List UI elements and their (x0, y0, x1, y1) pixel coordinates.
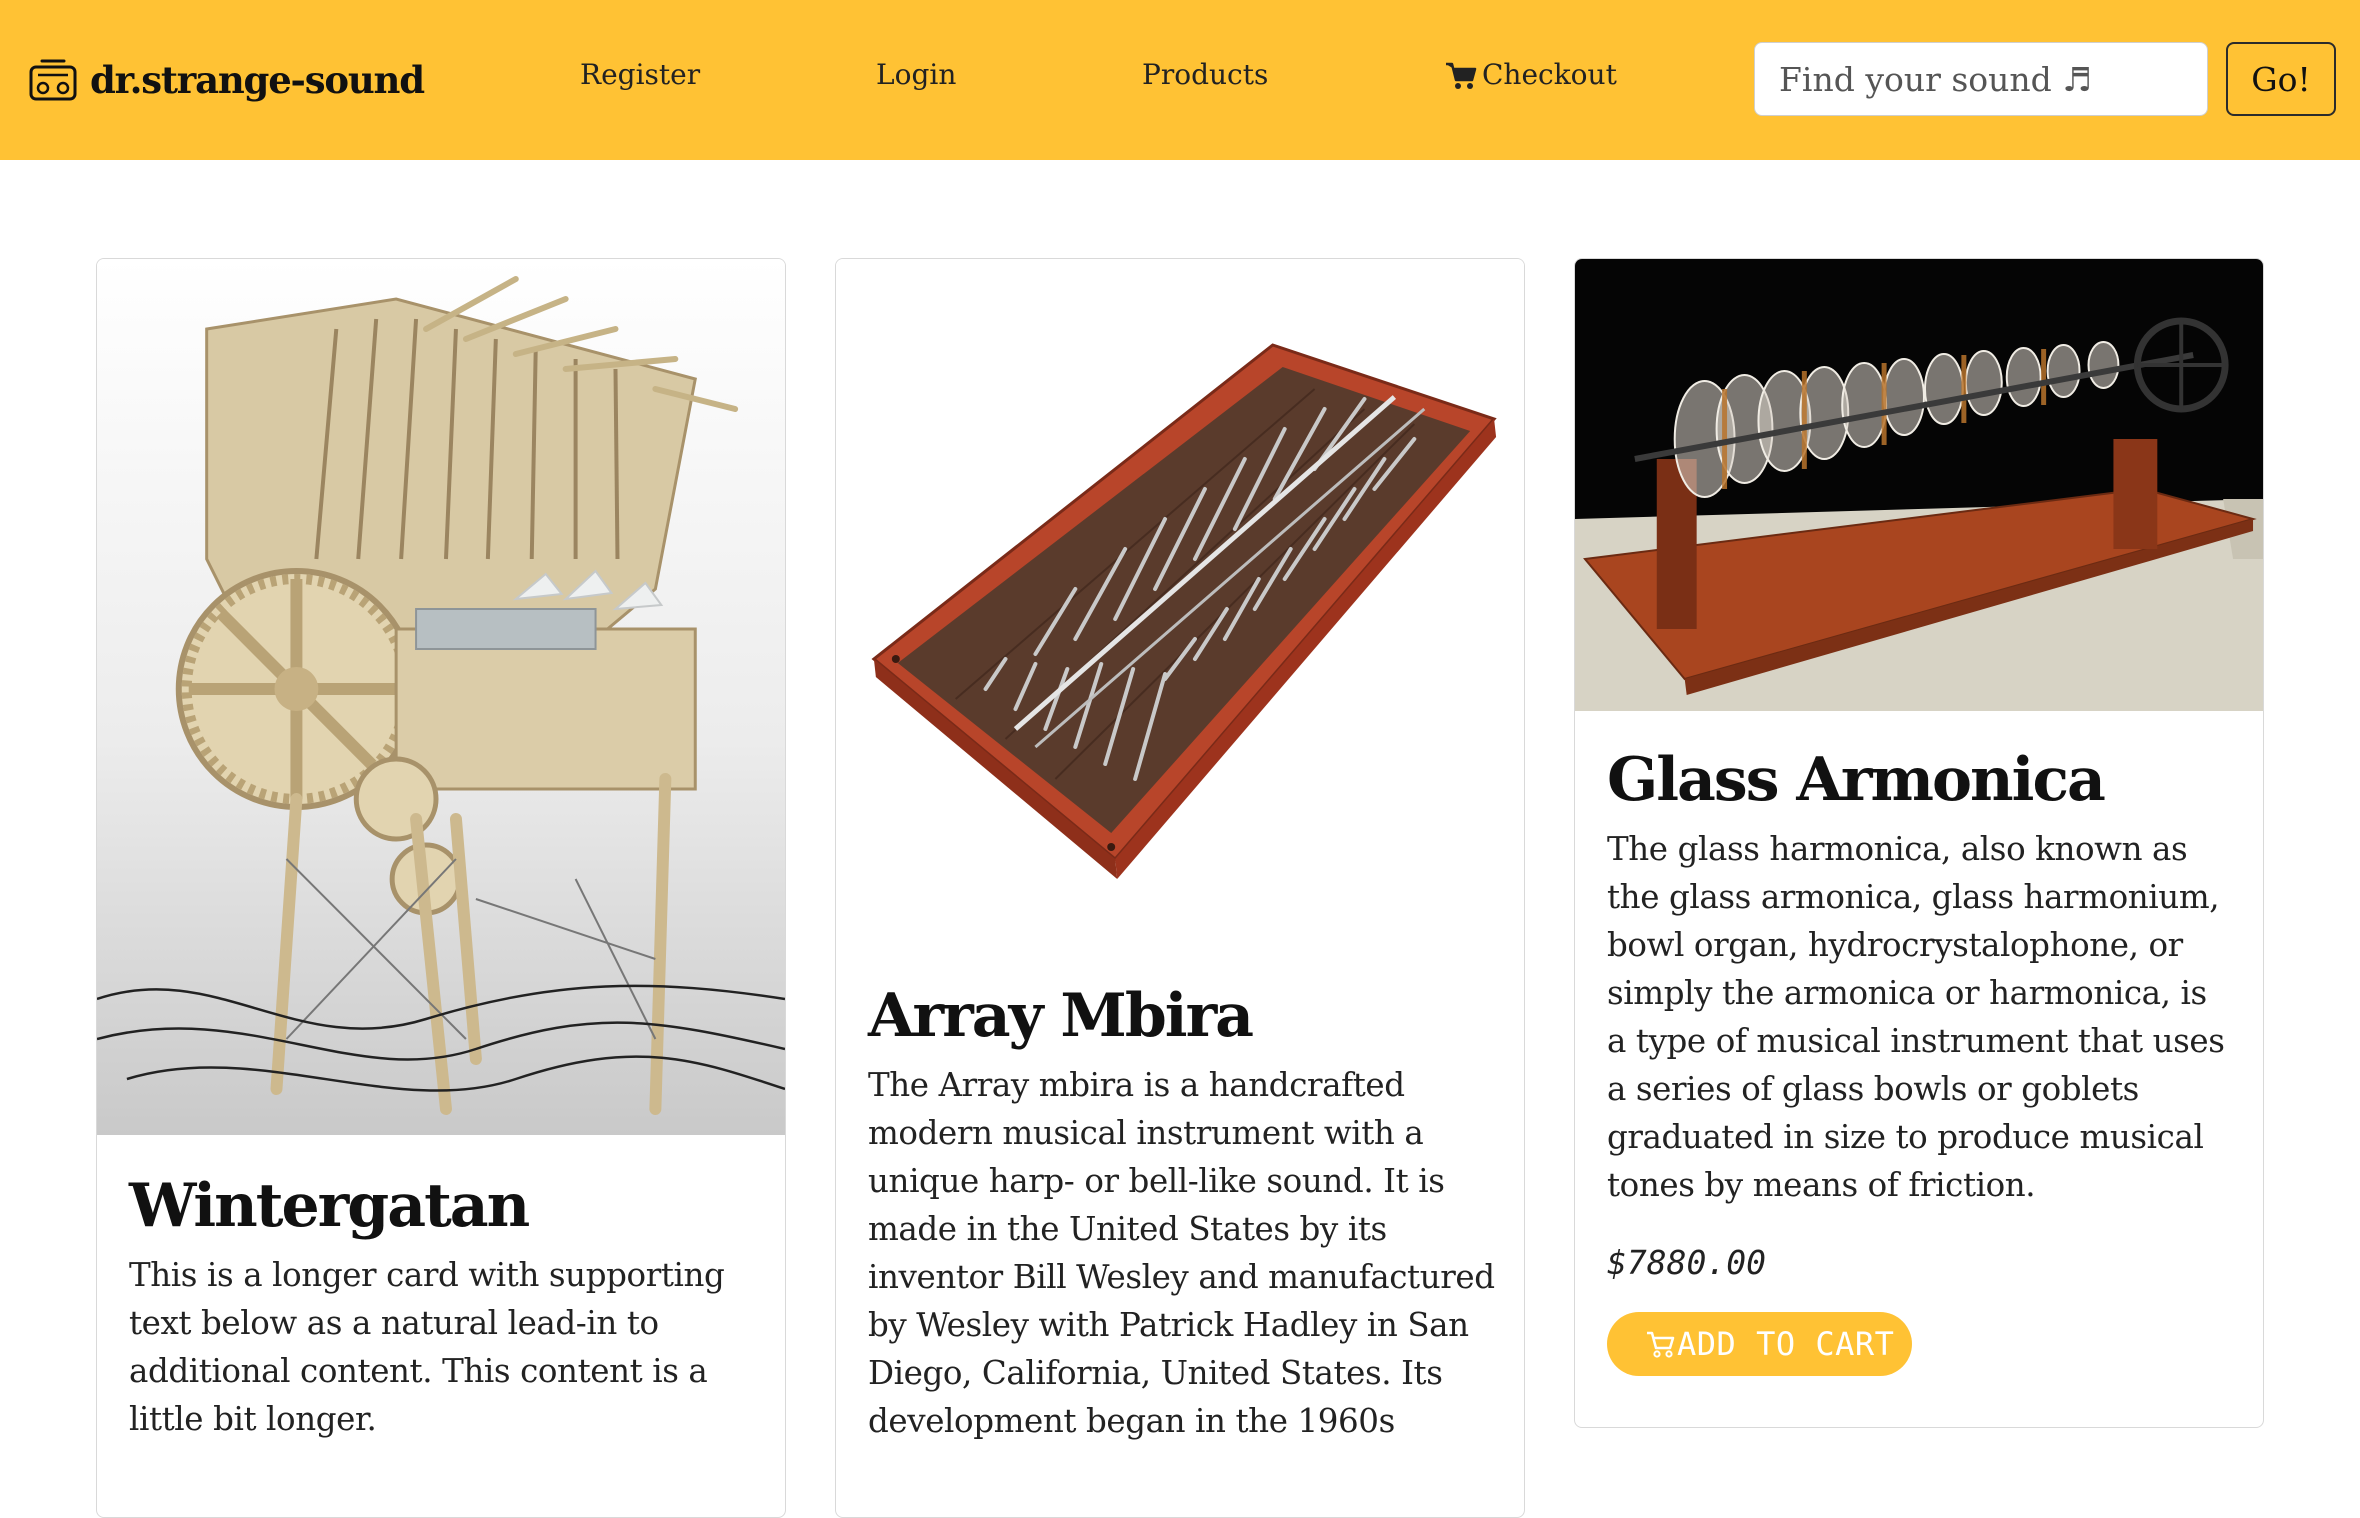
nav-checkout-label: Checkout (1482, 58, 1617, 91)
cart-icon (1647, 1331, 1675, 1358)
brand-name: dr.strange-sound (90, 58, 425, 102)
product-description: The glass harmonica, also known as the g… (1607, 830, 2225, 1204)
product-title: Array Mbira (868, 981, 1254, 1051)
product-title: Glass Armonica (1607, 745, 2106, 815)
product-image (97, 259, 785, 1135)
add-to-cart-label: ADD TO CART (1677, 1325, 1895, 1363)
product-title: Wintergatan (129, 1171, 530, 1241)
product-description: This is a longer card with supporting te… (129, 1256, 725, 1438)
product-description: The Array mbira is a handcrafted modern … (868, 1066, 1495, 1440)
nav-login-link[interactable]: Login (876, 58, 956, 91)
card-body: Wintergatan This is a longer card with s… (129, 1167, 757, 1443)
product-price: $7880.00 (1607, 1243, 1766, 1282)
card-body: Glass Armonica The glass harmonica, also… (1607, 741, 2235, 1376)
nav-register-link[interactable]: Register (580, 58, 700, 91)
product-card: Array Mbira The Array mbira is a handcra… (835, 258, 1525, 1518)
cart-icon (1446, 62, 1477, 89)
product-image (836, 259, 1524, 959)
nav-products-link[interactable]: Products (1142, 58, 1268, 91)
product-image (1575, 259, 2263, 711)
product-card: Wintergatan This is a longer card with s… (96, 258, 786, 1518)
search-input[interactable] (1754, 42, 2208, 116)
product-card: Glass Armonica The glass harmonica, also… (1574, 258, 2264, 1428)
nav-checkout-link[interactable]: Checkout (1444, 58, 1617, 91)
add-to-cart-button[interactable]: ADD TO CART (1607, 1312, 1913, 1376)
navbar: dr.strange-sound Register Login Products… (0, 0, 2360, 160)
go-button[interactable]: Go! (2226, 42, 2336, 116)
brand-link[interactable]: dr.strange-sound (28, 52, 425, 108)
card-body: Array Mbira The Array mbira is a handcra… (868, 977, 1496, 1445)
radio-icon (29, 59, 77, 101)
